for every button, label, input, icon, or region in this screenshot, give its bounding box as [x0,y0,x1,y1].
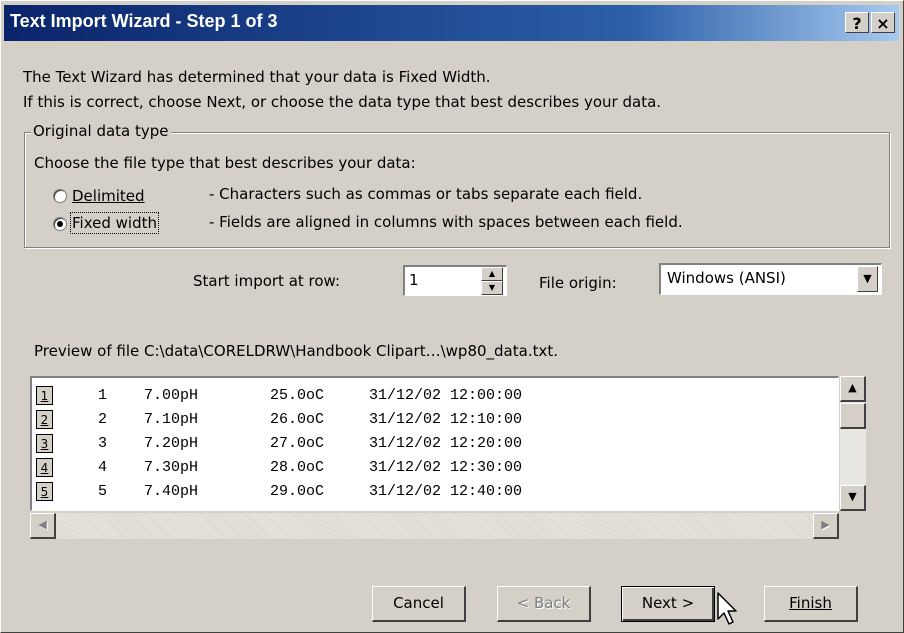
cell: 31/12/02 12:30:00 [369,459,523,476]
start-row-spinner[interactable]: 1 ▲ ▼ [403,265,507,296]
cell: 31/12/02 12:00:00 [369,387,523,404]
cell: 27.0oC [270,435,325,452]
file-origin-select[interactable]: Windows (ANSI) ▼ [659,263,882,295]
row-number-4[interactable]: 4 [36,458,53,477]
cell: 7.40pH [144,483,199,500]
fixed-width-radio[interactable] [53,217,67,231]
scroll-thumb[interactable] [840,403,866,429]
scroll-up-icon[interactable]: ▲ [840,376,866,402]
text-import-wizard-dialog: Text Import Wizard - Step 1 of 3 ? × The… [0,0,904,633]
delimited-radio[interactable] [53,189,67,203]
cell: 7.10pH [144,411,199,428]
intro-line-2: If this is correct, choose Next, or choo… [23,93,662,111]
cell: 4 [98,459,108,476]
start-row-label: Start import at row: [193,272,341,290]
group-legend: Original data type [31,122,171,140]
cell: 31/12/02 12:10:00 [369,411,523,428]
row-number-3[interactable]: 3 [36,434,53,453]
scroll-right-icon[interactable]: ▶ [813,513,839,539]
preview-pane[interactable]: 1 1 7.00pH 25.0oC 31/12/02 12:00:00 2 2 … [30,376,839,511]
table-row: 4 4 7.30pH 28.0oC 31/12/02 12:30:00 [36,457,522,479]
cell: 1 [98,387,108,404]
preview-label: Preview of file C:\data\CORELDRW\Handboo… [34,342,558,360]
cell: 25.0oC [270,387,325,404]
cell: 7.00pH [144,387,199,404]
finish-button[interactable]: Finish [764,586,858,622]
help-icon[interactable]: ? [845,12,869,33]
spin-down-icon[interactable]: ▼ [481,281,503,295]
table-row: 2 2 7.10pH 26.0oC 31/12/02 12:10:00 [36,409,522,431]
delimited-description: - Characters such as commas or tabs sepa… [209,185,643,203]
next-button[interactable]: Next > [621,586,715,622]
spin-up-icon[interactable]: ▲ [481,267,503,281]
file-origin-label: File origin: [539,274,617,292]
cell: 28.0oC [270,459,325,476]
table-row: 1 1 7.00pH 25.0oC 31/12/02 12:00:00 [36,385,522,407]
cell: 2 [98,411,108,428]
cell: 26.0oC [270,411,325,428]
table-row: 5 5 7.40pH 29.0oC 31/12/02 12:40:00 [36,481,522,503]
dropdown-arrow-icon[interactable]: ▼ [857,266,878,292]
cancel-button[interactable]: Cancel [372,586,466,622]
cell: 7.30pH [144,459,199,476]
cell: 5 [98,483,108,500]
fixed-width-description: - Fields are aligned in columns with spa… [209,213,683,231]
cell: 3 [98,435,108,452]
scroll-down-icon[interactable]: ▼ [840,485,866,511]
cell: 31/12/02 12:40:00 [369,483,523,500]
row-number-2[interactable]: 2 [36,410,53,429]
mouse-cursor-icon [717,592,737,625]
close-icon[interactable]: × [871,12,895,33]
radio-selected-dot [57,221,63,227]
window-title: Text Import Wizard - Step 1 of 3 [10,11,278,31]
back-button[interactable]: < Back [497,586,591,622]
table-row: 3 3 7.20pH 27.0oC 31/12/02 12:20:00 [36,433,522,455]
fixed-width-label[interactable]: Fixed width [70,212,159,234]
delimited-label[interactable]: Delimited [72,187,145,205]
scroll-left-icon[interactable]: ◀ [30,513,56,539]
vertical-scrollbar[interactable]: ▲ ▼ [840,376,866,511]
title-bar[interactable]: Text Import Wizard - Step 1 of 3 ? × [4,5,899,41]
group-prompt: Choose the file type that best describes… [34,154,416,172]
intro-line-1: The Text Wizard has determined that your… [23,68,491,86]
cell: 7.20pH [144,435,199,452]
row-number-1[interactable]: 1 [36,386,53,405]
row-number-5[interactable]: 5 [36,482,53,501]
horizontal-scrollbar[interactable]: ◀ ▶ [30,513,839,539]
cell: 31/12/02 12:20:00 [369,435,523,452]
file-origin-value: Windows (ANSI) [667,269,786,287]
cell: 29.0oC [270,483,325,500]
start-row-value[interactable]: 1 [409,271,419,289]
finish-label: Finish [789,594,832,612]
